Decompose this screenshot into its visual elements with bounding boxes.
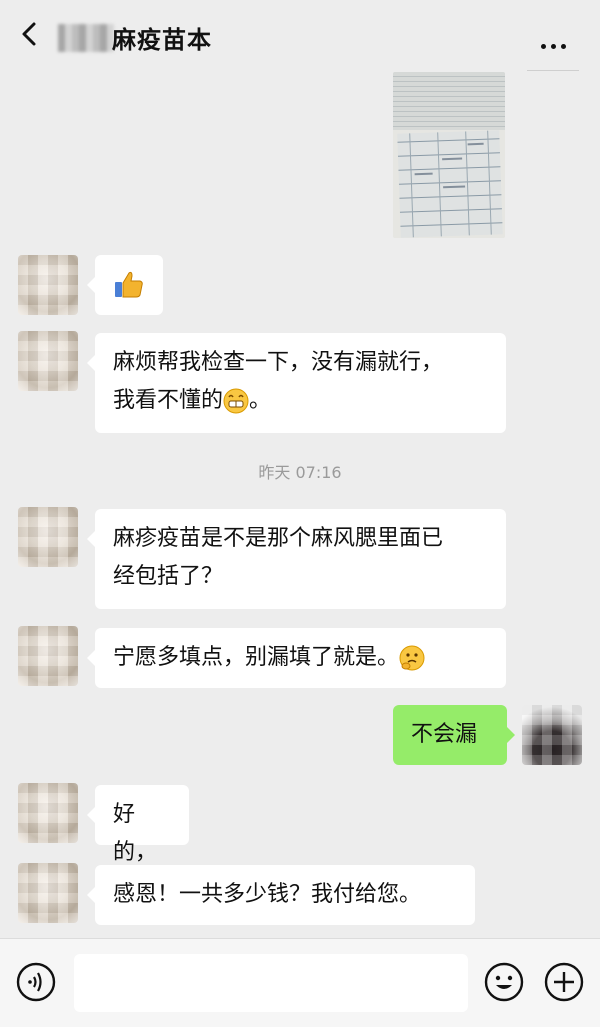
message-bubble[interactable]: 好的，: [87, 785, 189, 865]
message-text: 宁愿多填点，别漏填了就是。: [113, 645, 400, 670]
message-text: 我看不懂的。: [113, 388, 272, 414]
more-button[interactable]: [541, 34, 571, 53]
smiley-icon: [484, 962, 524, 1002]
chevron-left-icon: [22, 22, 36, 46]
message-text: 经包括了？: [113, 564, 224, 589]
grin-icon: [223, 388, 249, 414]
message-text: 麻烦帮我检查一下，没有漏就行，: [113, 350, 444, 375]
add-button[interactable]: [544, 962, 584, 1002]
my-avatar[interactable]: [522, 705, 582, 765]
thumbs-up-icon: [115, 271, 143, 298]
my-message-bubble[interactable]: 不会漏: [393, 705, 515, 765]
chat-title: 麻疫苗本: [112, 26, 212, 54]
voice-button[interactable]: [16, 962, 56, 1002]
divider: [527, 70, 579, 71]
top-bar: 麻疫苗本: [0, 0, 600, 72]
emoji-button[interactable]: [484, 962, 524, 1002]
image-message[interactable]: [393, 72, 505, 238]
more-horizontal-icon: [541, 44, 546, 49]
voice-icon: [16, 962, 56, 1002]
message-text: 不会漏: [411, 722, 478, 747]
message-text: 麻疹疫苗是不是那个麻风腮里面已: [113, 526, 444, 551]
thinking-icon: [399, 645, 425, 671]
message-text: 好的，: [113, 802, 158, 865]
message-bubble[interactable]: 麻烦帮我检查一下，没有漏就行， 我看不懂的。: [87, 333, 506, 433]
contact-avatar[interactable]: [18, 331, 78, 391]
message-bubble[interactable]: [87, 255, 163, 315]
message-text: 感恩！一共多少钱？我付给您。: [113, 882, 422, 907]
back-button[interactable]: [18, 18, 40, 50]
contact-avatar[interactable]: [18, 507, 78, 567]
contact-avatar[interactable]: [18, 783, 78, 843]
message-bubble[interactable]: 感恩！一共多少钱？我付给您。: [87, 865, 475, 925]
message-bubble[interactable]: 宁愿多填点，别漏填了就是。: [87, 628, 506, 688]
timestamp: 昨天 07:16: [258, 463, 342, 482]
contact-avatar[interactable]: [18, 863, 78, 923]
message-input[interactable]: [74, 954, 468, 1012]
plus-circle-icon: [544, 962, 584, 1002]
contact-avatar[interactable]: [18, 255, 78, 315]
contact-avatar[interactable]: [18, 626, 78, 686]
message-bubble[interactable]: 麻疹疫苗是不是那个麻风腮里面已 经包括了？: [87, 509, 506, 609]
blurred-name: [58, 24, 114, 52]
